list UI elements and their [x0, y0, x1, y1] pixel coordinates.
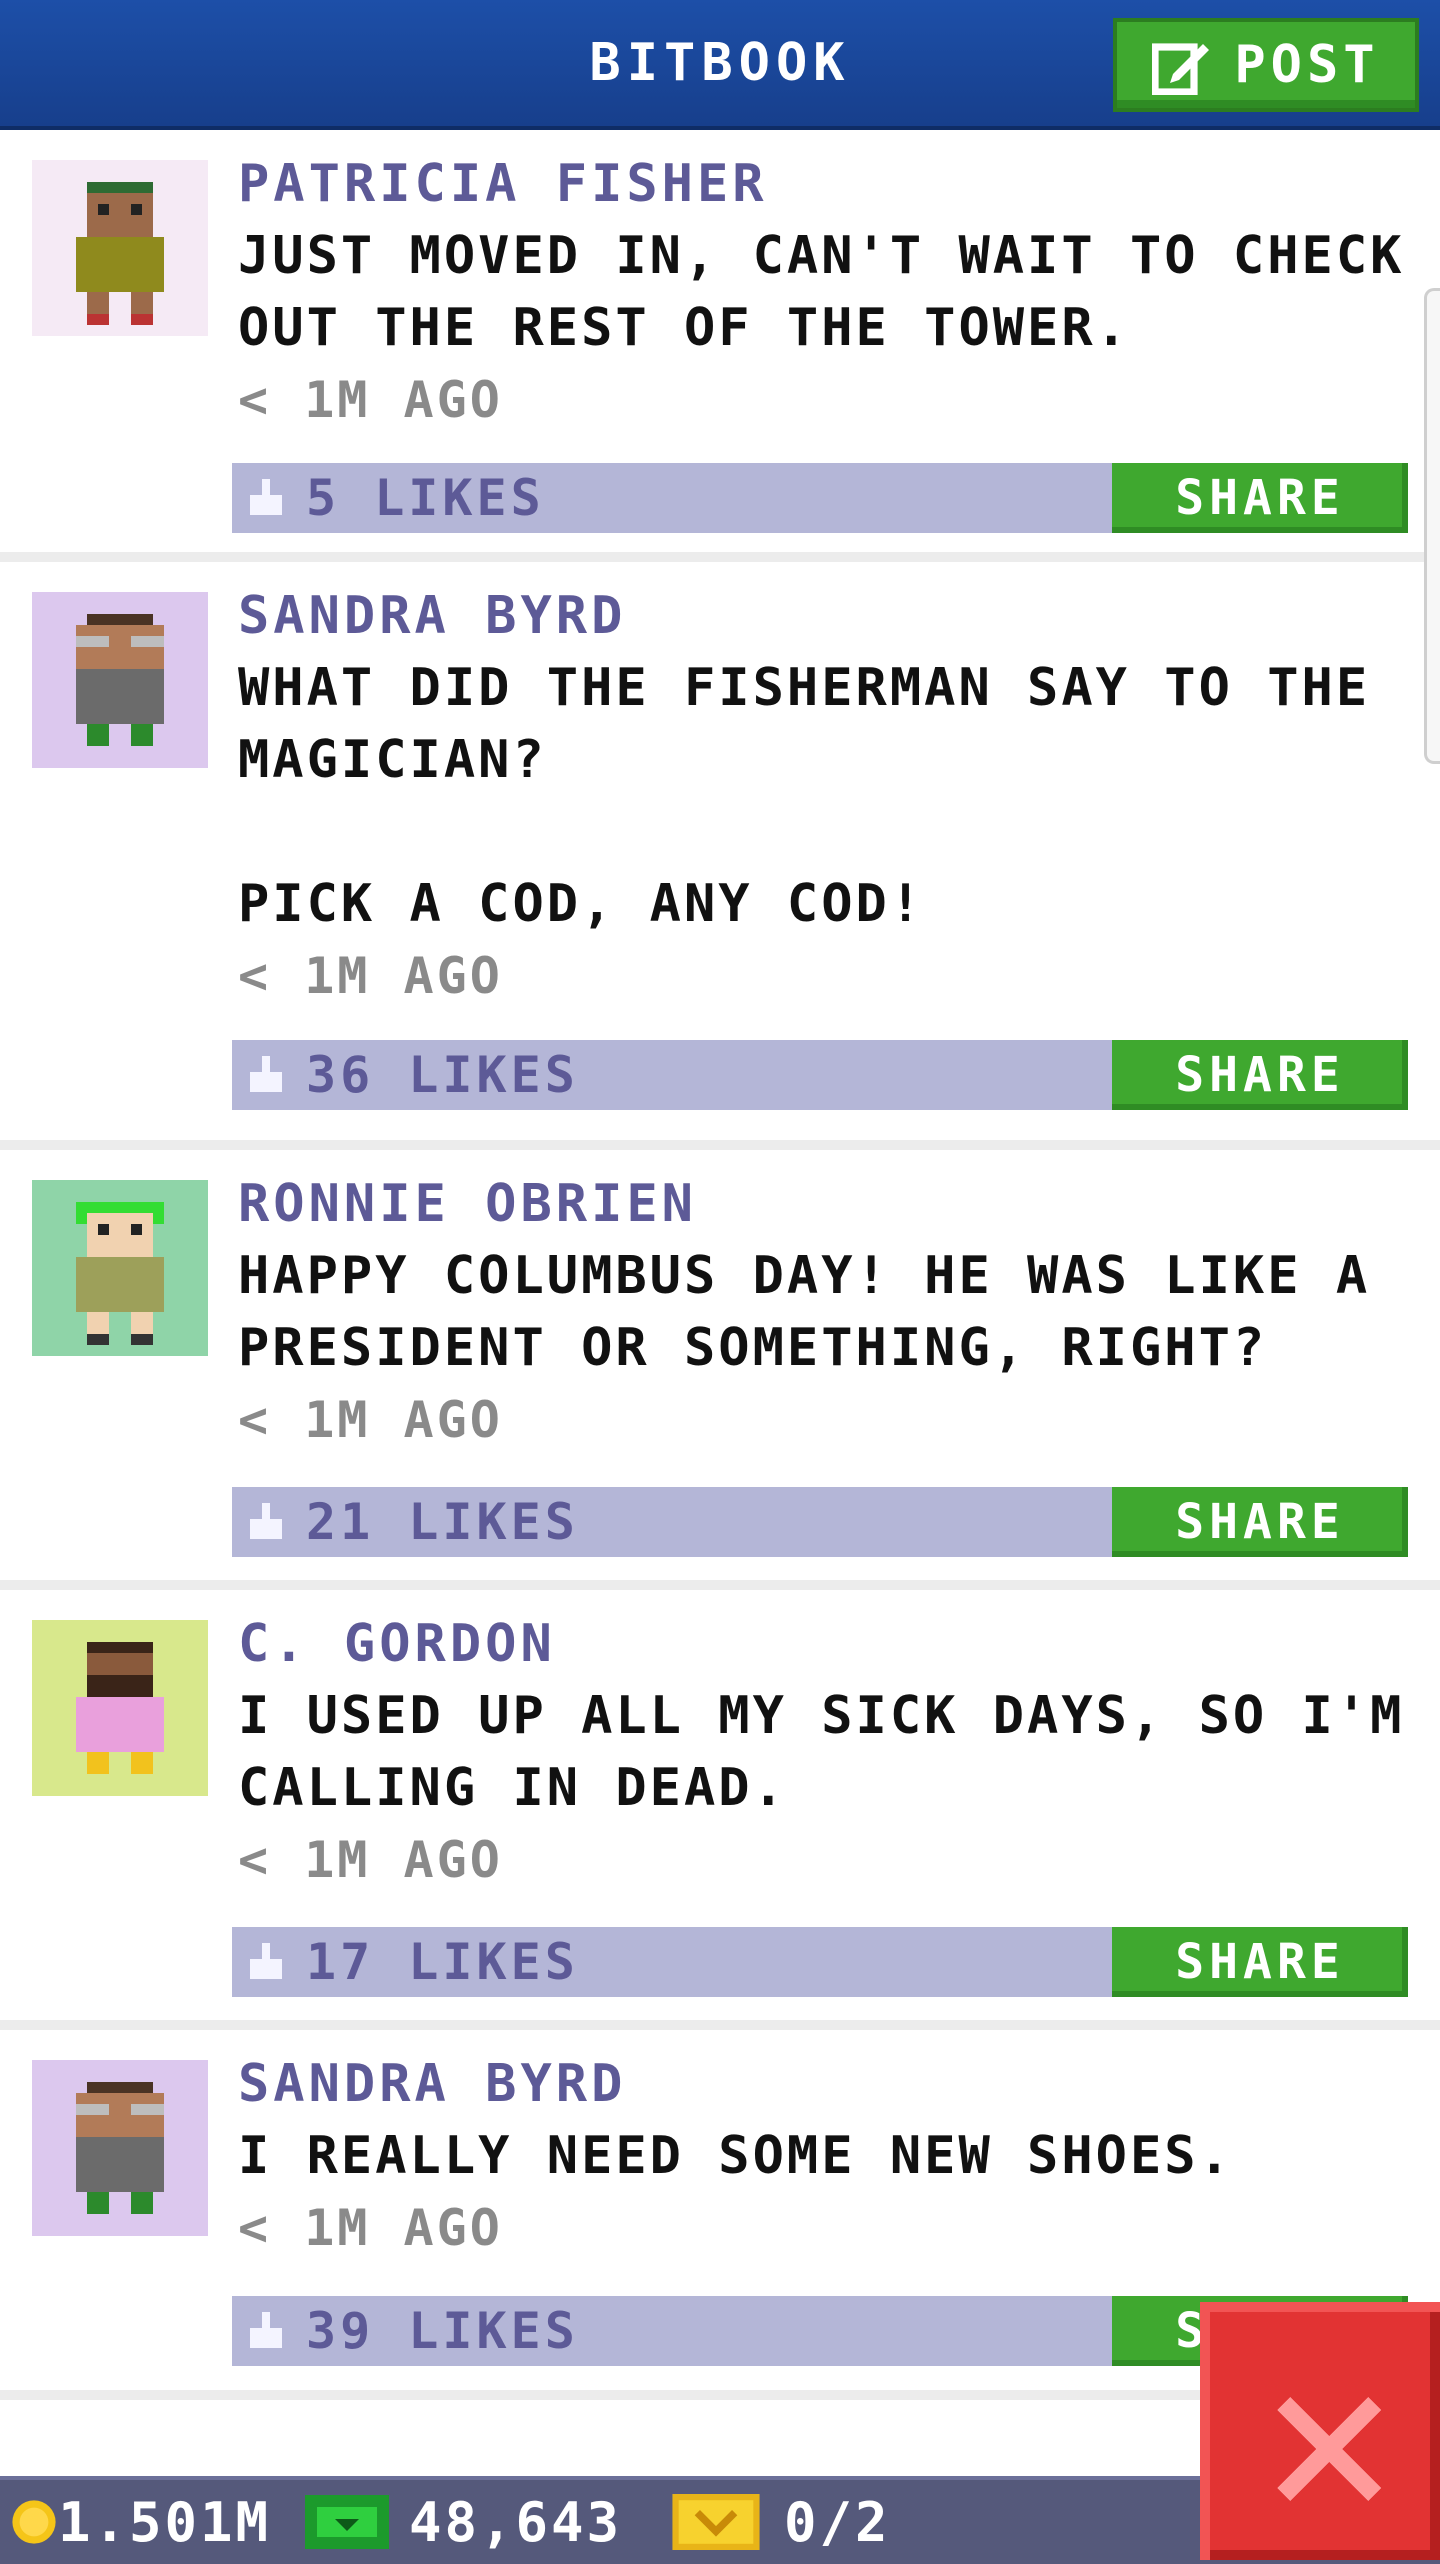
avatar[interactable] [32, 2060, 208, 2236]
post-button-label: POST [1234, 35, 1380, 95]
feed-post: RONNIE OBRIEN HAPPY COLUMBUS DAY! HE WAS… [0, 1150, 1440, 1590]
close-button[interactable] [1200, 2302, 1440, 2560]
avatar[interactable] [32, 592, 208, 768]
post-timestamp: < 1M AGO [238, 1391, 503, 1449]
thumbs-up-icon[interactable] [246, 1943, 286, 1983]
like-bar: 5 LIKES SHARE [232, 463, 1408, 533]
avatar[interactable] [32, 1620, 208, 1796]
thumbs-up-icon[interactable] [246, 1503, 286, 1543]
post-timestamp: < 1M AGO [238, 2199, 503, 2257]
scrollbar[interactable] [1424, 288, 1440, 764]
avatar[interactable] [32, 160, 208, 336]
feed-post: PATRICIA FISHER JUST MOVED IN, CAN'T WAI… [0, 130, 1440, 562]
post-button[interactable]: POST [1113, 18, 1419, 112]
share-button[interactable]: SHARE [1112, 1487, 1408, 1557]
bux-icon [305, 2495, 389, 2549]
post-author[interactable]: PATRICIA FISHER [238, 148, 1408, 220]
tickets-value: 0/2 [784, 2490, 891, 2554]
thumbs-up-icon[interactable] [246, 479, 286, 519]
thumbs-up-icon[interactable] [246, 1056, 286, 1096]
post-message: WHAT DID THE FISHERMAN SAY TO THE MAGICI… [238, 658, 1371, 934]
feed-post: C. GORDON I USED UP ALL MY SICK DAYS, SO… [0, 1590, 1440, 2030]
thumbs-up-icon[interactable] [246, 2312, 286, 2352]
close-icon [1277, 2397, 1381, 2501]
post-timestamp: < 1M AGO [238, 947, 503, 1005]
bux-display: 48,643 [305, 2480, 622, 2564]
post-message: HAPPY COLUMBUS DAY! HE WAS LIKE A PRESID… [238, 1246, 1371, 1378]
likes-count: 5 LIKES [306, 469, 545, 527]
bux-value: 48,643 [409, 2490, 623, 2554]
post-author[interactable]: SANDRA BYRD [238, 2048, 1408, 2120]
coin-icon [12, 2500, 56, 2544]
edit-icon [1152, 43, 1210, 95]
app-header: BITBOOK POST [0, 0, 1440, 130]
post-message: I REALLY NEED SOME NEW SHOES. [238, 2126, 1233, 2186]
post-author[interactable]: RONNIE OBRIEN [238, 1168, 1408, 1240]
post-timestamp: < 1M AGO [238, 1831, 503, 1889]
feed-post: SANDRA BYRD WHAT DID THE FISHERMAN SAY T… [0, 562, 1440, 1150]
ticket-icon [672, 2494, 760, 2550]
likes-count: 17 LIKES [306, 1933, 579, 1991]
tickets-display: 0/2 [672, 2480, 891, 2564]
news-feed: PATRICIA FISHER JUST MOVED IN, CAN'T WAI… [0, 130, 1440, 2400]
coins-display: 1.501M [10, 2480, 271, 2564]
post-author[interactable]: C. GORDON [238, 1608, 1408, 1680]
share-button[interactable]: SHARE [1112, 463, 1408, 533]
share-button[interactable]: SHARE [1112, 1927, 1408, 1997]
like-bar: 36 LIKES SHARE [232, 1040, 1408, 1110]
likes-count: 21 LIKES [306, 1493, 579, 1551]
post-timestamp: < 1M AGO [238, 371, 503, 429]
like-bar: 21 LIKES SHARE [232, 1487, 1408, 1557]
likes-count: 39 LIKES [306, 2302, 579, 2360]
coins-value: 1.501M [58, 2490, 272, 2554]
likes-count: 36 LIKES [306, 1046, 579, 1104]
share-button[interactable]: SHARE [1112, 1040, 1408, 1110]
post-message: JUST MOVED IN, CAN'T WAIT TO CHECK OUT T… [238, 226, 1405, 358]
avatar[interactable] [32, 1180, 208, 1356]
like-bar: 17 LIKES SHARE [232, 1927, 1408, 1997]
post-message: I USED UP ALL MY SICK DAYS, SO I'M CALLI… [238, 1686, 1405, 1818]
post-author[interactable]: SANDRA BYRD [238, 580, 1408, 652]
